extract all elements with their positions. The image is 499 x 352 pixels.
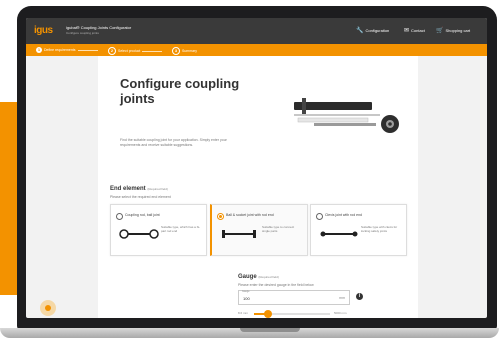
laptop-notch [240,328,300,332]
slider-min-label: 8.6 mm [238,311,249,315]
nav-configuration[interactable]: 🔧 Configuration [356,27,389,34]
option-1-radio[interactable] [116,213,123,220]
end-element-heading: End element (Required field) [110,186,168,192]
step-connector [142,50,163,52]
main-content: Configure coupling joints Find the suita… [98,56,418,318]
coupling-joint-product-image [294,98,399,133]
option-1-label: Coupling rod, ball joint [125,213,160,217]
igus-logo[interactable]: igus [34,25,53,36]
cart-icon: 🛒 [436,28,444,34]
gauge-input[interactable]: Gauge 100 mm [238,290,350,305]
option-2-label: Ball & socket joint with rod end [226,213,274,217]
mail-icon: ✉ [404,28,410,34]
step-1[interactable]: 1 Define requirements [36,47,98,53]
page-intro: Find the suitable coupling joint for you… [120,138,227,147]
end-element-title: End element [110,186,146,192]
option-3-label: Clevis joint with rod end [325,213,362,217]
step-1-label: Define requirements [44,48,76,52]
gauge-field-label: Gauge [242,290,250,293]
gauge-slider-thumb[interactable] [263,310,272,318]
top-bar: igus igubal® Coupling Joints Configurato… [26,18,487,44]
end-element-option-3[interactable]: Clevis joint with rod end Suitable type … [310,204,407,256]
option-3-description: Suitable type with clevis for locking sa… [361,225,398,233]
ball-socket-joint-icon [222,230,256,238]
end-element-subtitle: Please select the required end element [110,195,171,199]
step-2[interactable]: 2 Select product [108,47,163,55]
step-progress-bar: 1 Define requirements 2 Select product 3… [26,44,487,56]
gauge-title: Gauge [238,274,257,280]
nav-contact-label: Contact [411,28,425,33]
app-title: igubal® Coupling Joints Configurator [66,25,132,30]
wrench-icon: 🔧 [356,28,364,34]
gauge-heading: Gauge (Required field) [238,274,279,280]
clevis-joint-icon [320,231,358,237]
step-3-number: 3 [172,47,180,55]
page-title: Configure coupling joints [120,76,240,106]
end-element-option-2[interactable]: Ball & socket joint with rod end Suitabl… [210,204,308,256]
option-2-description: Suitable type to connect single parts [262,225,295,233]
step-1-number: 1 [36,47,42,53]
nav-contact[interactable]: ✉ Contact [404,27,425,34]
step-2-label: Select product [118,49,141,53]
gauge-value: 100 [243,296,250,301]
nav-configuration-label: Configuration [365,28,390,33]
coupling-rod-icon [119,229,159,239]
app-screen: igus igubal® Coupling Joints Configurato… [26,18,487,318]
option-3-radio[interactable] [316,213,323,220]
help-chat-icon[interactable] [40,300,56,316]
step-3-label: Summary [182,49,197,53]
nav-shopping-cart[interactable]: 🛒 Shopping cart [436,27,470,34]
option-2-radio[interactable] [217,213,224,220]
nav-shopping-cart-label: Shopping cart [445,28,471,33]
app-subtitle: Configure coupling joints [66,31,99,35]
gauge-slider[interactable] [254,310,330,318]
option-1-description: Suitable type, which has a bi-part rod e… [161,225,201,233]
gauge-unit: mm [339,296,345,300]
gauge-required-note: (Required field) [258,275,279,279]
step-3[interactable]: 3 Summary [172,47,197,55]
end-element-option-1[interactable]: Coupling rod, ball joint Suitable type, … [110,204,207,256]
step-connector [77,49,98,51]
step-2-number: 2 [108,47,116,55]
slider-max-label: 5000 mm [334,311,347,315]
gauge-subtitle: Please enter the desired gauge in the fi… [238,283,314,287]
end-element-required-note: (Required field) [147,187,168,191]
info-icon[interactable]: i [356,293,363,300]
